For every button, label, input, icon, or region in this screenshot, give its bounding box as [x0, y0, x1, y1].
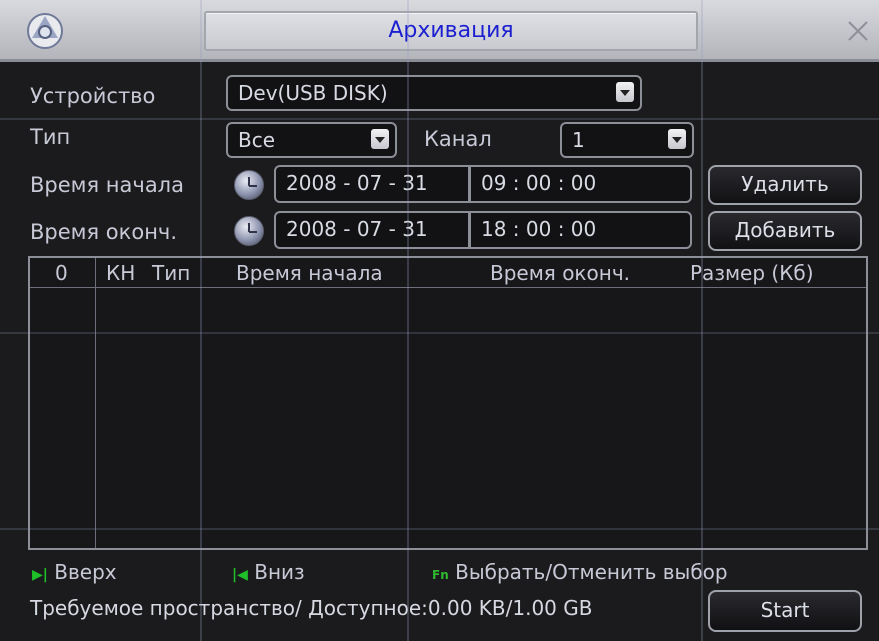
- grid-line: [0, 528, 879, 530]
- grid-line: [0, 118, 879, 120]
- channel-select[interactable]: 1: [560, 122, 694, 158]
- file-table[interactable]: [28, 256, 868, 550]
- start-button[interactable]: Start: [708, 590, 862, 632]
- page-down-label: Вниз: [254, 560, 305, 584]
- end-time-label: Время оконч.: [30, 220, 177, 244]
- page-down-hint[interactable]: |◀ Вниз: [232, 560, 305, 584]
- grid-line: [701, 0, 703, 641]
- end-date-field[interactable]: 2008 - 07 - 31: [274, 211, 470, 249]
- chevron-down-icon: [668, 129, 686, 149]
- column-header-end-time: Время оконч.: [490, 261, 630, 285]
- logo-icon: [27, 13, 63, 49]
- table-column-divider: [95, 258, 96, 548]
- fn-icon: Fn: [432, 568, 449, 582]
- chevron-down-icon: [616, 82, 634, 102]
- device-value: Dev(USB DISK): [238, 81, 388, 105]
- close-icon[interactable]: [843, 14, 873, 48]
- grid-line: [200, 0, 202, 641]
- start-date-field[interactable]: 2008 - 07 - 31: [274, 165, 470, 203]
- page-up-label: Вверх: [54, 560, 117, 584]
- chevron-down-icon: [371, 129, 389, 149]
- table-header-divider: [30, 287, 866, 288]
- device-select[interactable]: Dev(USB DISK): [226, 75, 642, 111]
- column-header-channel: КН: [106, 261, 136, 285]
- window-title: Архивация: [388, 18, 514, 43]
- page-up-hint[interactable]: ▶| Вверх: [32, 560, 117, 584]
- column-header-type: Тип: [152, 261, 191, 285]
- select-hint[interactable]: Fn Выбрать/Отменить выбор: [432, 560, 728, 584]
- start-time-label: Время начала: [30, 173, 184, 197]
- delete-button[interactable]: Удалить: [708, 165, 862, 205]
- end-time-field[interactable]: 18 : 00 : 00: [470, 211, 692, 249]
- type-select[interactable]: Все: [226, 122, 397, 158]
- column-header-size: Размер (Кб): [690, 261, 814, 285]
- clock-icon[interactable]: [234, 170, 264, 200]
- start-time-field[interactable]: 09 : 00 : 00: [470, 165, 692, 203]
- device-label: Устройство: [30, 84, 156, 108]
- grid-line: [407, 0, 409, 641]
- page-up-icon: ▶|: [32, 567, 48, 583]
- page-down-icon: |◀: [232, 567, 248, 583]
- channel-value: 1: [572, 128, 585, 152]
- space-status: Требуемое пространство/ Доступное:0.00 K…: [30, 596, 593, 620]
- add-button[interactable]: Добавить: [708, 211, 862, 251]
- grid-line: [0, 332, 879, 334]
- column-header-index: 0: [55, 261, 68, 285]
- type-label: Тип: [30, 125, 71, 149]
- channel-label: Канал: [424, 127, 492, 151]
- type-value: Все: [238, 128, 276, 152]
- column-header-start-time: Время начала: [236, 261, 383, 285]
- clock-icon[interactable]: [234, 216, 264, 246]
- select-label: Выбрать/Отменить выбор: [455, 560, 728, 584]
